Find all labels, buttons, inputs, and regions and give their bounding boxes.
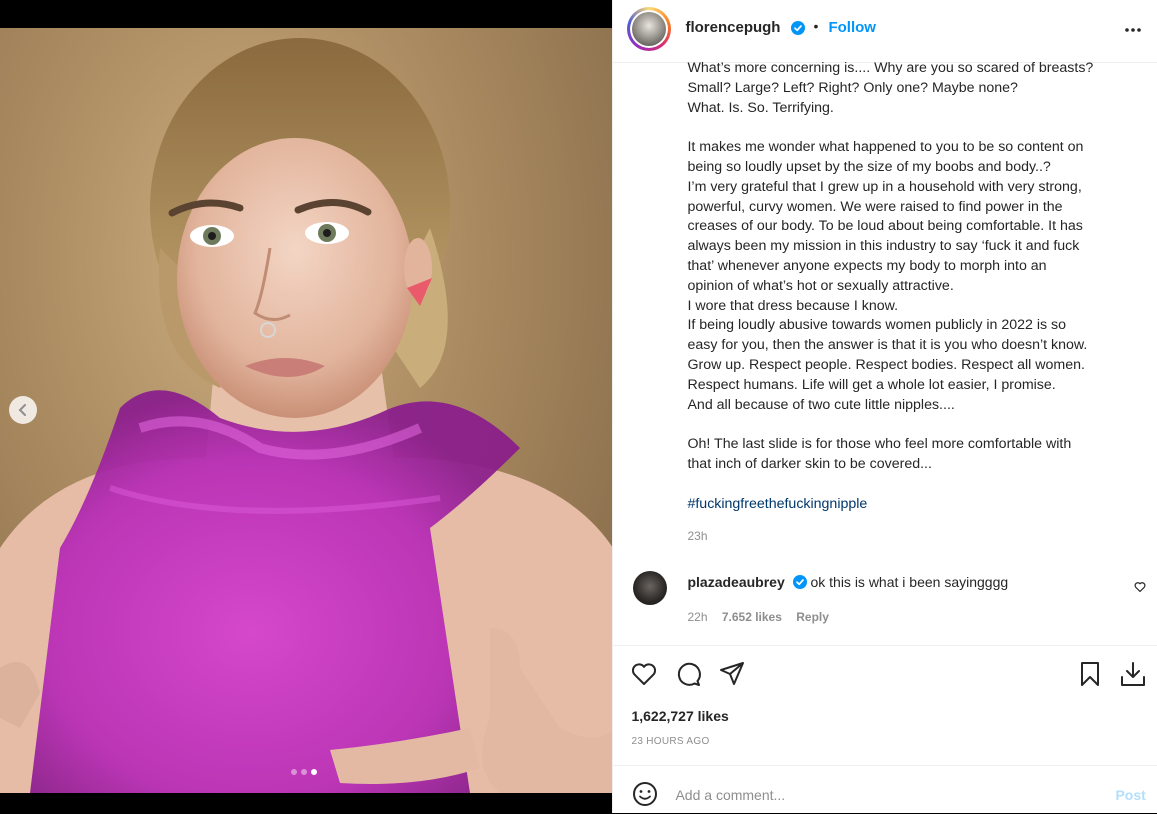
caption-paragraph: What’s more concerning is.... Why are yo…	[687, 60, 1094, 116]
author-username[interactable]: florencepugh	[685, 19, 780, 36]
emoji-icon[interactable]	[632, 781, 658, 807]
comment-likes[interactable]: 7.652 likes	[722, 610, 782, 624]
heart-icon[interactable]	[630, 660, 658, 688]
post-photo[interactable]	[0, 28, 613, 793]
author-avatar[interactable]	[627, 7, 672, 51]
post-comment-button[interactable]: Post	[1115, 787, 1145, 803]
comment-meta: 22h 7.652 likes Reply	[687, 610, 839, 624]
caption-paragraph: Oh! The last slide is for those who feel…	[687, 436, 1072, 472]
download-icon[interactable]	[1119, 660, 1147, 688]
more-options-icon[interactable]	[1123, 20, 1143, 40]
bookmark-icon[interactable]	[1076, 660, 1104, 688]
comment-input[interactable]	[673, 779, 1098, 811]
commenter-username[interactable]: plazadeaubrey	[687, 574, 784, 590]
chevron-left-icon	[18, 404, 26, 416]
share-icon[interactable]	[718, 660, 746, 688]
carousel-dot-active	[311, 769, 317, 775]
carousel-indicator	[291, 769, 317, 775]
comment-time[interactable]: 22h	[687, 610, 707, 624]
comment-reply-button[interactable]: Reply	[796, 610, 829, 624]
instagram-post: florencepugh • Follow What’s more concer…	[0, 0, 1157, 813]
hashtag-link[interactable]: #fuckingfreethefuckingnipple	[687, 495, 1132, 515]
post-caption: What’s more concerning is.... Why are yo…	[687, 59, 1132, 514]
carousel-dot	[301, 769, 307, 775]
header-separator: •	[813, 18, 819, 34]
caption-timestamp[interactable]: 23h	[687, 529, 707, 543]
carousel-dot	[291, 769, 297, 775]
comment-like-heart-icon[interactable]	[1134, 581, 1146, 593]
comment-icon[interactable]	[674, 660, 702, 688]
caption-paragraph: It makes me wonder what happened to you …	[687, 139, 1088, 413]
verified-badge-icon	[793, 575, 808, 589]
likes-count[interactable]: 1,622,727 likes	[631, 708, 728, 724]
post-timestamp[interactable]: 23 HOURS AGO	[631, 736, 709, 747]
carousel-prev-button[interactable]	[9, 396, 37, 424]
follow-button[interactable]: Follow	[828, 19, 876, 36]
comment-text: ok this is what i been sayingggg	[810, 574, 1009, 590]
post-details-panel: florencepugh • Follow What’s more concer…	[612, 0, 1157, 813]
commenter-avatar[interactable]	[633, 571, 668, 605]
verified-badge-icon	[791, 21, 806, 35]
post-media	[0, 0, 613, 813]
actions-divider	[613, 645, 1157, 647]
post-header: florencepugh • Follow	[613, 0, 1157, 63]
